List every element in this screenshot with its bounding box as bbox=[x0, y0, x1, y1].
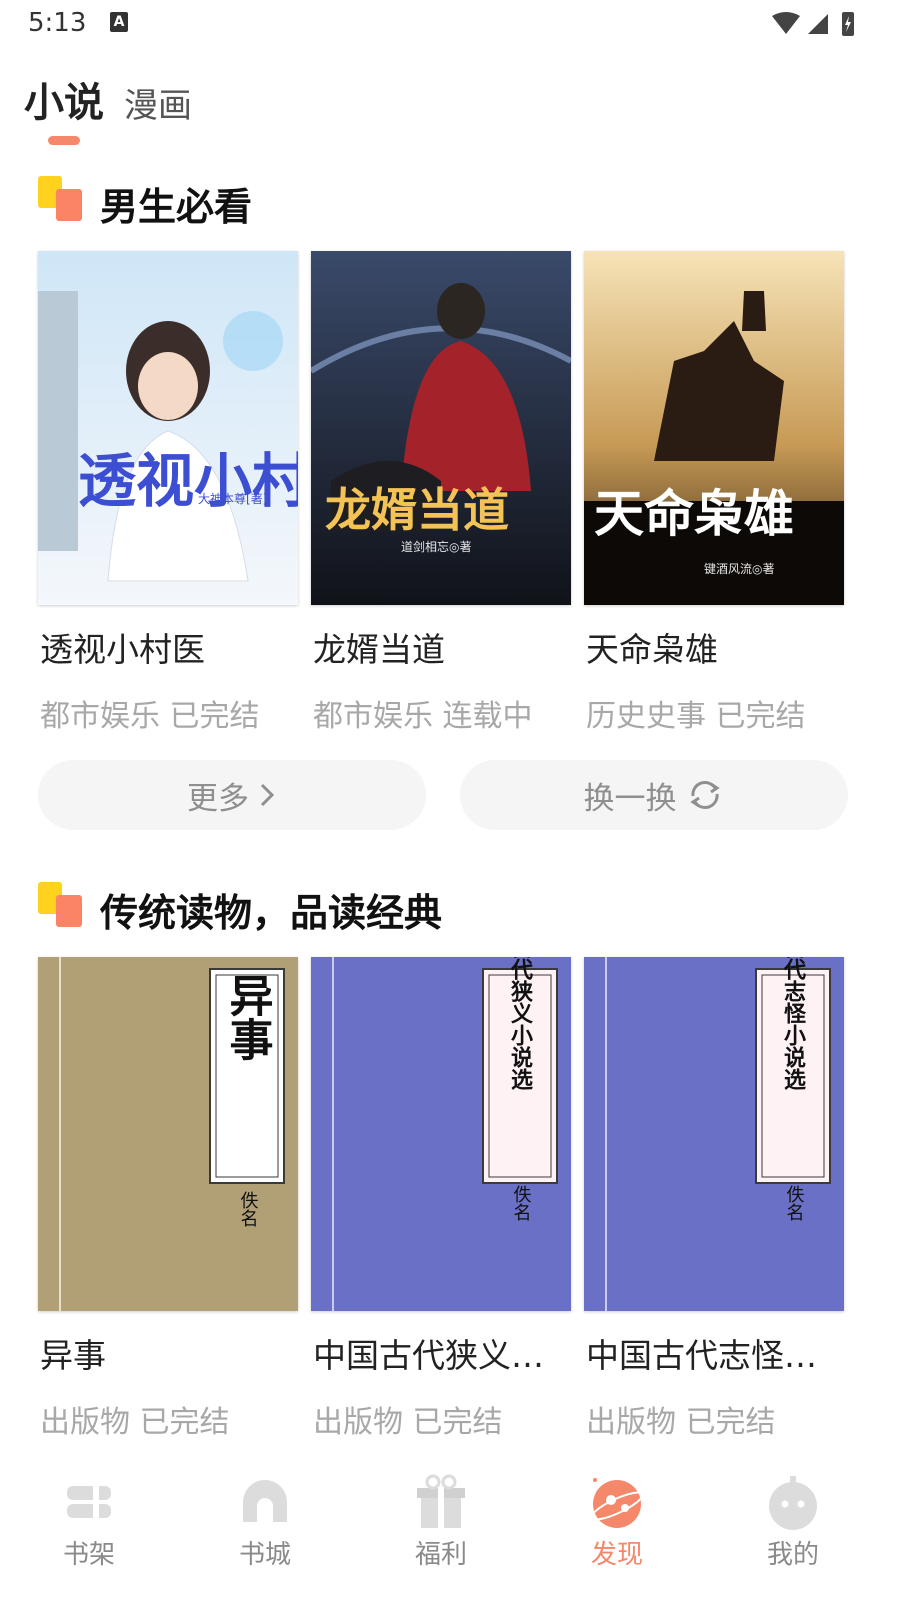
svg-text:键酒风流◎著: 键酒风流◎著 bbox=[704, 562, 774, 576]
profile-icon bbox=[763, 1472, 823, 1532]
status-icons bbox=[770, 10, 860, 42]
nav-label: 发现 bbox=[590, 1540, 643, 1570]
status-time: 5:13 bbox=[28, 8, 87, 38]
signal-icon bbox=[808, 14, 828, 34]
svg-text:佚名: 佚名 bbox=[511, 1185, 532, 1221]
tab-novel[interactable]: 小说 bbox=[24, 70, 104, 128]
section-icon bbox=[38, 176, 84, 222]
book-title[interactable]: 透视小村医 bbox=[40, 623, 298, 671]
bookshelf-icon bbox=[59, 1472, 119, 1532]
refresh-label: 换一换 bbox=[583, 780, 677, 817]
book-cover[interactable]: 中国古代志怪小说选 佚名 bbox=[584, 957, 844, 1311]
discover-icon bbox=[587, 1472, 647, 1532]
book-meta: 都市娱乐 连载中 bbox=[313, 699, 533, 734]
svg-text:天命枭雄: 天命枭雄 bbox=[594, 484, 794, 543]
book-meta: 出版物 已完结 bbox=[586, 1405, 776, 1440]
wifi-icon bbox=[772, 12, 800, 34]
book-meta: 都市娱乐 已完结 bbox=[40, 699, 260, 734]
book-cover[interactable]: 龙婿当道 道剑相忘◎著 bbox=[311, 251, 571, 605]
svg-text:大神本尊[著]: 大神本尊[著] bbox=[198, 491, 267, 506]
nav-item-bookshelf[interactable]: 书架 bbox=[24, 1460, 154, 1571]
svg-text:中国古代志怪小说选: 中国古代志怪小说选 bbox=[780, 957, 807, 1091]
book-title[interactable]: 中国古代狭义… bbox=[313, 1329, 571, 1377]
svg-text:异事: 异事 bbox=[222, 973, 273, 1061]
book-title[interactable]: 异事 bbox=[40, 1329, 298, 1377]
book-cover[interactable]: 天命枭雄 键酒风流◎著 bbox=[584, 251, 844, 605]
refresh-icon bbox=[689, 781, 720, 809]
refresh-button[interactable]: 换一换 bbox=[460, 760, 848, 830]
nav-label: 书架 bbox=[62, 1540, 115, 1570]
book-cover[interactable]: 异事 佚名 bbox=[38, 957, 298, 1311]
book-cover[interactable]: 透视小村医 大神本尊[著] bbox=[38, 251, 298, 605]
book-title[interactable]: 天命枭雄 bbox=[586, 623, 844, 671]
book-title[interactable]: 龙婿当道 bbox=[313, 623, 571, 671]
book-cover[interactable]: 中国古代狭义小说选 佚名 bbox=[311, 957, 571, 1311]
book-card[interactable]: 中国古代狭义小说选 佚名 中国古代狭义… 出版物 已完结 bbox=[311, 957, 571, 1440]
book-meta: 出版物 已完结 bbox=[313, 1405, 503, 1440]
book-card[interactable]: 龙婿当道 道剑相忘◎著 龙婿当道 都市娱乐 连载中 bbox=[311, 251, 571, 734]
svg-text:中国古代狭义小说选: 中国古代狭义小说选 bbox=[507, 957, 534, 1091]
status-bar: 5:13 A bbox=[0, 0, 900, 48]
section-title: 男生必看 bbox=[100, 185, 253, 229]
svg-text:道剑相忘◎著: 道剑相忘◎著 bbox=[401, 539, 471, 554]
book-meta: 出版物 已完结 bbox=[40, 1405, 230, 1440]
nav-item-bookstore[interactable]: 书城 bbox=[200, 1460, 330, 1571]
section-title: 传统读物，品读经典 bbox=[100, 891, 443, 935]
section-icon bbox=[38, 882, 84, 928]
nav-item-welfare[interactable]: 福利 bbox=[376, 1460, 506, 1571]
gift-icon bbox=[411, 1472, 471, 1532]
nav-label: 福利 bbox=[414, 1540, 467, 1570]
svg-text:龙婿当道: 龙婿当道 bbox=[325, 483, 509, 537]
bottom-nav: 书架 书城 福利 发现 我的 bbox=[0, 1460, 900, 1600]
nav-item-mine[interactable]: 我的 bbox=[728, 1460, 858, 1571]
tab-comic[interactable]: 漫画 bbox=[124, 78, 192, 127]
nav-label: 我的 bbox=[766, 1540, 819, 1570]
svg-text:佚名: 佚名 bbox=[238, 1191, 259, 1227]
chevron-right-icon bbox=[260, 783, 275, 807]
text-input-status-icon: A bbox=[110, 12, 128, 32]
nav-label: 书城 bbox=[238, 1540, 291, 1570]
tab-indicator bbox=[48, 136, 80, 145]
book-title[interactable]: 中国古代志怪… bbox=[586, 1329, 844, 1377]
bookstore-icon bbox=[235, 1472, 295, 1532]
book-card[interactable]: 天命枭雄 键酒风流◎著 天命枭雄 历史史事 已完结 bbox=[584, 251, 844, 734]
book-card[interactable]: 中国古代志怪小说选 佚名 中国古代志怪… 出版物 已完结 bbox=[584, 957, 844, 1440]
book-card[interactable]: 透视小村医 大神本尊[著] 透视小村医 都市娱乐 已完结 bbox=[38, 251, 298, 734]
more-button[interactable]: 更多 bbox=[38, 760, 426, 830]
book-meta: 历史史事 已完结 bbox=[586, 699, 806, 734]
more-label: 更多 bbox=[187, 780, 249, 817]
book-card[interactable]: 异事 佚名 异事 出版物 已完结 bbox=[38, 957, 298, 1440]
svg-text:佚名: 佚名 bbox=[784, 1185, 805, 1221]
nav-item-discover[interactable]: 发现 bbox=[552, 1460, 682, 1571]
